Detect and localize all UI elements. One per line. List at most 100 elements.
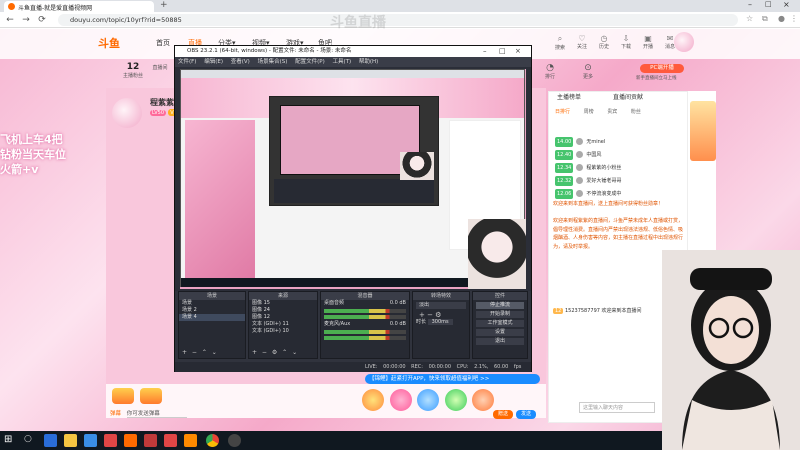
windows-start-icon[interactable]: ⊞ — [4, 434, 17, 447]
gift-star-icon[interactable] — [472, 389, 495, 411]
gift-send-button[interactable]: 赠送 — [493, 410, 513, 419]
close-icon[interactable]: × — [783, 0, 790, 9]
stop-streaming-button[interactable]: 停止推流 — [476, 302, 524, 309]
browser-tab[interactable]: 斗鱼直播-就是爱直播视频网 — [4, 1, 154, 12]
star-icon[interactable]: ☆ — [746, 14, 753, 23]
slogan-line: 飞机上车4把 — [0, 133, 63, 146]
obs-menu-edit[interactable]: 编辑(E) — [204, 59, 223, 65]
back-icon[interactable]: ← — [4, 14, 16, 26]
source-item[interactable]: 图像 24 — [249, 307, 317, 314]
url-field[interactable]: douyu.com/topic/10yrf?rid=50885 — [58, 14, 738, 26]
settings-button[interactable]: 设置 — [476, 329, 524, 336]
obs-menu-profile[interactable]: 配置文件(P) — [295, 59, 325, 65]
gift-plane-icon[interactable] — [389, 389, 412, 411]
gift-heart-icon[interactable] — [444, 389, 467, 411]
nested-preview — [280, 105, 420, 175]
app-icon[interactable] — [104, 434, 117, 447]
search-icon[interactable]: ○ — [24, 434, 37, 447]
obs-menu-scene-collection[interactable]: 场景集合(S) — [258, 59, 288, 65]
app-icon[interactable] — [84, 434, 97, 447]
transition-controls[interactable]: + − ⚙ — [413, 311, 469, 319]
rank-tab-day[interactable]: 日排行 — [555, 109, 570, 115]
rank-row[interactable]: 14.00 无minel — [555, 137, 683, 147]
gift-fish-icon[interactable] — [417, 389, 440, 411]
rank-tab-week[interactable]: 周榜 — [584, 109, 594, 115]
promo-banner[interactable]: 【锦鲤】赶紧打开APP，快来领取超值福利吧 >> — [365, 374, 540, 384]
chrome-icon[interactable] — [206, 434, 219, 447]
rank-tab-vip[interactable]: 贵宾 — [607, 109, 617, 115]
promo-card[interactable] — [690, 101, 716, 161]
danmu-input-bar[interactable]: 弹幕 你可发送弹幕 — [110, 409, 290, 419]
rank-entry[interactable]: ◔ 排行 — [540, 63, 560, 80]
nested-obs-panels — [274, 179, 434, 203]
mixer-panel: 混音器 桌面音频 0.0 dB 麦克风/Aux 0.0 dB — [320, 291, 410, 359]
studio-mode-button[interactable]: 工作室模式 — [476, 320, 524, 327]
rank-row[interactable]: 12.40 中国风 — [555, 150, 683, 160]
cpu-fps: CPU: 2.1%, 60.00 fps — [456, 364, 522, 370]
obs-menu-tools[interactable]: 工具(T) — [332, 59, 351, 65]
obs-icon[interactable] — [228, 434, 241, 447]
file-explorer-icon[interactable] — [64, 434, 77, 447]
source-controls[interactable]: + − ⚙ ⌃ ⌄ — [252, 349, 297, 356]
minimize-icon[interactable]: – — [748, 0, 752, 9]
tab-anchor-rank[interactable]: 主播榜单 — [557, 94, 581, 101]
rank-row[interactable]: 12.32 爱好大锤老哥哥 — [555, 176, 683, 186]
badge-icon[interactable] — [139, 388, 162, 404]
rank-row[interactable]: 12.34 程紫紫的小粉丝 — [555, 163, 683, 173]
exit-button[interactable]: 退出 — [476, 338, 524, 345]
scene-item[interactable]: 场景 4 — [179, 314, 245, 321]
douyu-app-icon[interactable] — [124, 434, 137, 447]
obs-maximize-icon[interactable]: □ — [499, 46, 506, 57]
source-item[interactable]: 文本 (GDI+) 10 — [249, 328, 317, 335]
scene-controls[interactable]: + − ⌃ ⌄ — [182, 349, 217, 356]
transition-select[interactable]: 淡出 — [416, 302, 466, 309]
obs-minimize-icon[interactable]: – — [483, 46, 487, 57]
scene-item[interactable]: 场景 2 — [179, 307, 245, 314]
rank-avatar — [576, 138, 584, 145]
more-entry[interactable]: ⊙ 更多 — [578, 63, 598, 80]
system-notice: 欢迎来到本直播间，送上直播间可获得粉丝勋章！ — [553, 201, 664, 207]
profile-icon[interactable]: ● — [778, 14, 785, 23]
start-recording-button[interactable]: 开始录制 — [476, 311, 524, 318]
room-label[interactable]: 直播间 — [148, 64, 172, 71]
obs-close-icon[interactable]: × — [515, 46, 521, 57]
maximize-icon[interactable]: □ — [765, 0, 772, 8]
user-avatar[interactable] — [674, 32, 694, 52]
scene-item[interactable]: 场景 — [179, 300, 245, 307]
slogan-line: 钻粉当天车位 — [0, 148, 66, 161]
duration-input[interactable]: 300ms — [427, 319, 453, 325]
nav-home[interactable]: 首页 — [156, 38, 170, 48]
source-item[interactable]: 文本 (GDI+) 11 — [249, 321, 317, 328]
reload-icon[interactable]: ⟳ — [36, 14, 48, 26]
new-tab-icon[interactable]: + — [160, 0, 168, 10]
site-logo[interactable]: 斗鱼 — [98, 35, 120, 51]
extension-icon[interactable]: ⧉ — [762, 14, 768, 24]
danmu-input[interactable]: 你可发送弹幕 — [126, 409, 187, 418]
obs-statusbar: LIVE: 00:00:00 REC: 00:00:00 CPU: 2.1%, … — [175, 362, 531, 372]
obs-menu-help[interactable]: 帮助(H) — [359, 59, 378, 65]
rank-tab-fans[interactable]: 粉丝 — [631, 109, 641, 115]
source-item[interactable]: 图像 15 — [249, 300, 317, 307]
nested-tabbar — [181, 70, 524, 78]
obs-menu-file[interactable]: 文件(F) — [178, 59, 196, 65]
rank-row[interactable]: 12.06 不停流浪变成中 — [555, 189, 683, 199]
chat-input[interactable]: 这里输入聊天内容 — [579, 402, 655, 413]
douyu-favicon-icon — [8, 3, 15, 10]
app-icon[interactable] — [164, 434, 177, 447]
taskview-icon[interactable] — [44, 434, 57, 447]
mixer-channel-label: 麦克风/Aux 0.0 dB — [324, 321, 406, 327]
tab-contrib[interactable]: 直播间贡献 — [613, 94, 643, 101]
forward-icon[interactable]: → — [20, 14, 32, 26]
anchor-avatar[interactable] — [112, 98, 142, 128]
menu-icon[interactable]: ⋮ — [790, 14, 798, 23]
obs-preview[interactable] — [180, 69, 526, 289]
pc-live-button[interactable]: PC端开播 — [640, 64, 684, 73]
gift-row — [362, 389, 497, 413]
gift-rocket-icon[interactable] — [362, 389, 384, 411]
obs-menu-view[interactable]: 查看(V) — [231, 59, 250, 65]
source-item[interactable]: 图像 12 — [249, 314, 317, 321]
danmu-send-button[interactable]: 发送 — [516, 410, 536, 419]
badge-icon[interactable] — [112, 388, 134, 404]
netease-music-icon[interactable] — [144, 434, 157, 447]
app-icon[interactable] — [184, 434, 197, 447]
